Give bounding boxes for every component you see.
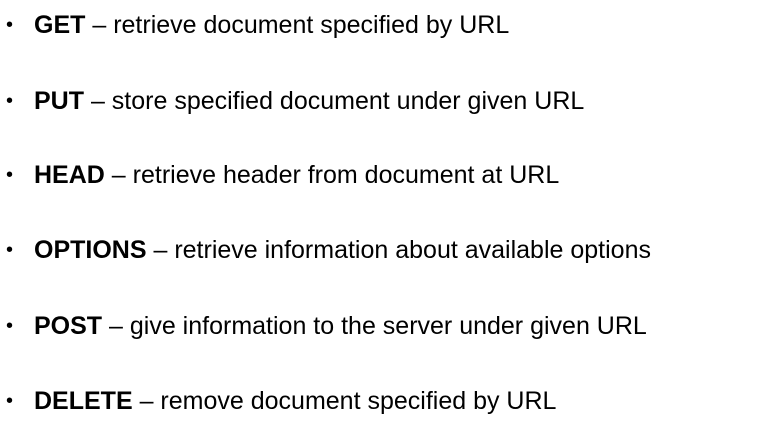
list-item-text: DELETE – remove document specified by UR… — [34, 381, 556, 421]
method-description: retrieve document specified by URL — [113, 11, 510, 39]
list-item-options: • OPTIONS – retrieve information about a… — [0, 230, 768, 270]
method-description: give information to the server under giv… — [129, 312, 647, 340]
method-name: GET — [34, 11, 86, 39]
list-item-text: GET – retrieve document specified by URL — [34, 5, 509, 45]
list-item-post: • POST – give information to the server … — [0, 306, 768, 346]
method-description: retrieve information about available opt… — [174, 236, 651, 264]
method-name: HEAD — [34, 161, 105, 189]
bullet-icon: • — [6, 90, 14, 112]
bullet-icon: • — [6, 390, 14, 412]
separator: – — [104, 161, 133, 189]
separator: – — [146, 236, 175, 264]
method-name: OPTIONS — [34, 236, 147, 264]
method-name: DELETE — [34, 387, 133, 415]
list-item-text: PUT – store specified document under giv… — [34, 81, 584, 121]
method-description: remove document specified by URL — [160, 387, 557, 415]
method-description: store specified document under given URL — [111, 87, 585, 115]
list-item-text: POST – give information to the server un… — [34, 306, 647, 346]
list-item-delete: • DELETE – remove document specified by … — [0, 381, 768, 421]
list-item-text: HEAD – retrieve header from document at … — [34, 155, 559, 195]
separator: – — [132, 387, 161, 415]
bullet-icon: • — [6, 315, 14, 337]
separator: – — [85, 11, 114, 39]
list-item-put: • PUT – store specified document under g… — [0, 81, 768, 121]
separator: – — [84, 87, 112, 115]
method-description: retrieve header from document at URL — [132, 161, 560, 189]
bullet-icon: • — [6, 239, 14, 261]
list-item-head: • HEAD – retrieve header from document a… — [0, 155, 768, 195]
bullet-icon: • — [6, 164, 14, 186]
method-name: POST — [34, 312, 103, 340]
list-item-get: • GET – retrieve document specified by U… — [0, 5, 768, 45]
method-name: PUT — [34, 87, 84, 115]
separator: – — [102, 312, 130, 340]
bullet-icon: • — [6, 14, 14, 36]
list-item-text: OPTIONS – retrieve information about ava… — [34, 230, 651, 270]
